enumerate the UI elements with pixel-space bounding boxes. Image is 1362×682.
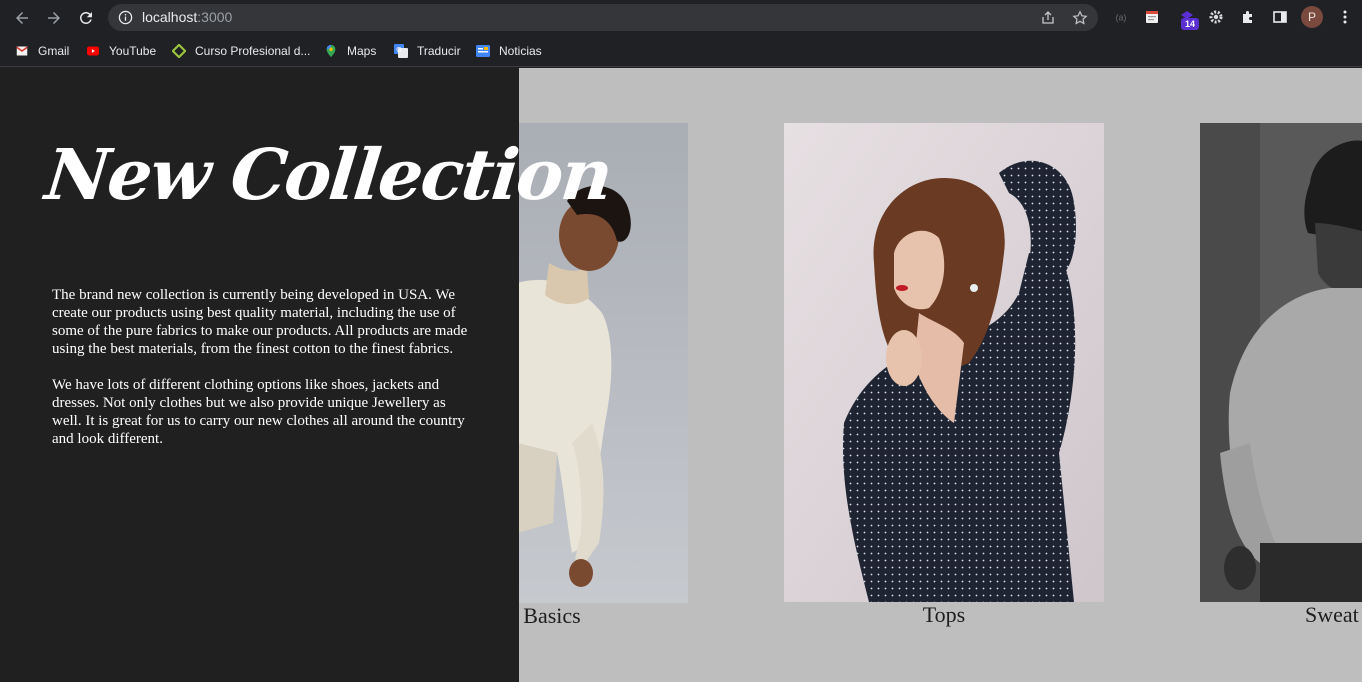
calendar-extension-icon[interactable] xyxy=(1143,8,1161,26)
card-caption-basics: Basics xyxy=(523,603,581,628)
side-panel-icon[interactable] xyxy=(1271,8,1289,26)
tops-photo xyxy=(784,123,1104,602)
reload-button[interactable] xyxy=(75,7,97,29)
svg-text:G: G xyxy=(396,47,401,54)
sweat-photo xyxy=(1200,123,1362,602)
bookmark-youtube[interactable]: YouTube xyxy=(85,41,156,61)
hero-title: New Collection xyxy=(41,133,615,216)
reload-icon xyxy=(79,11,92,24)
hero-description: The brand new collection is currently be… xyxy=(52,286,472,448)
maps-icon xyxy=(323,43,339,59)
hero-panel: New Collection The brand new collection … xyxy=(0,68,615,682)
hero-paragraph-2: We have lots of different clothing optio… xyxy=(52,377,465,447)
browser-toolbar: localhost:3000 (a) 14 P xyxy=(0,0,1362,35)
menu-kebab-icon[interactable] xyxy=(1336,8,1354,26)
course-icon xyxy=(171,43,187,59)
url-host: localhost xyxy=(142,9,198,25)
hero-paragraph-1: The brand new collection is currently be… xyxy=(52,287,468,357)
bookmark-maps[interactable]: Maps xyxy=(323,41,376,61)
collection-card-tops[interactable]: Tops xyxy=(784,123,1104,643)
profile-avatar[interactable]: P xyxy=(1301,6,1323,28)
bookmark-translate[interactable]: G Traducir xyxy=(393,41,461,61)
star-icon[interactable] xyxy=(1072,10,1088,26)
gmail-icon xyxy=(14,43,30,59)
arrow-right-icon xyxy=(48,12,60,24)
url-text: localhost:3000 xyxy=(142,9,232,26)
bookmarks-bar: Gmail YouTube Curso Profesional d... Map… xyxy=(0,35,1362,67)
arrow-left-icon xyxy=(16,12,28,24)
bookmark-course[interactable]: Curso Profesional d... xyxy=(171,41,310,61)
bookmark-news[interactable]: Noticias xyxy=(475,41,542,61)
gear-extension-icon[interactable] xyxy=(1207,8,1225,26)
page-viewport: Basics Tops Sweat New Collection The bra… xyxy=(0,68,1362,682)
card-caption-sweat: Sweat xyxy=(1305,602,1359,627)
share-icon[interactable] xyxy=(1040,10,1056,26)
extensions-puzzle-icon[interactable] xyxy=(1239,8,1257,26)
url-port: :3000 xyxy=(197,9,233,25)
back-button[interactable] xyxy=(11,7,33,29)
address-bar[interactable]: localhost:3000 xyxy=(108,4,1098,31)
collection-card-sweat[interactable]: Sweat xyxy=(1200,123,1362,643)
svg-text:(a): (a) xyxy=(1116,13,1127,23)
extension-a-icon[interactable]: (a) xyxy=(1112,8,1130,26)
youtube-icon xyxy=(85,43,101,59)
extension-badge: 14 xyxy=(1181,18,1199,30)
news-icon xyxy=(475,43,491,59)
forward-button[interactable] xyxy=(43,7,65,29)
card-caption-tops: Tops xyxy=(922,602,966,627)
info-icon[interactable] xyxy=(118,10,133,25)
bookmark-gmail[interactable]: Gmail xyxy=(14,41,69,61)
translate-icon: G xyxy=(393,43,409,59)
